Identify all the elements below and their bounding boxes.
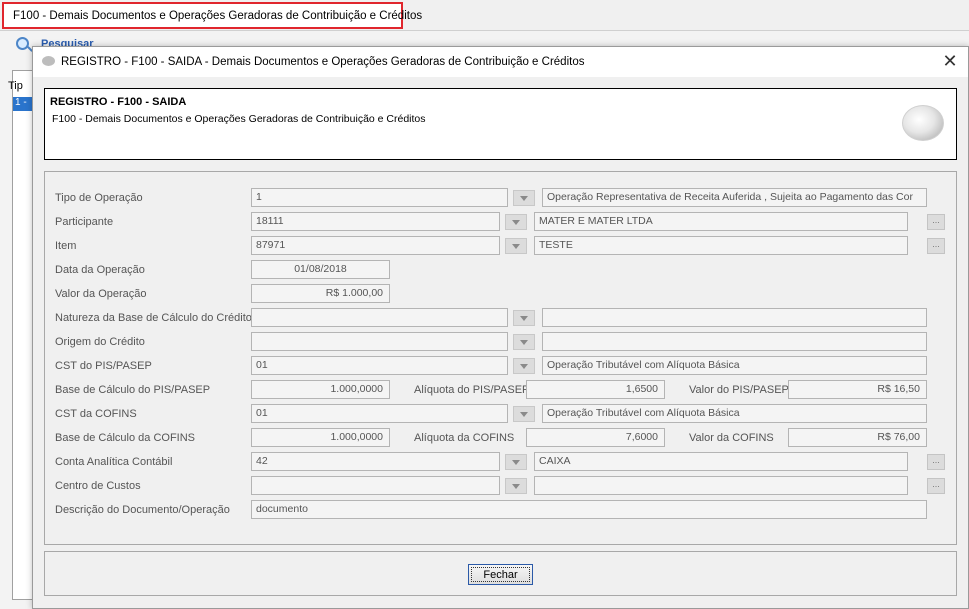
aliquota-pis-field[interactable]: 1,6500 — [526, 380, 665, 399]
cst-cofins-code[interactable]: 01 — [251, 404, 508, 423]
centro-custos-code[interactable] — [251, 476, 500, 495]
conta-analitica-lookup-button[interactable]: ... — [927, 454, 945, 470]
base-pis-label: Base de Cálculo do PIS/PASEP — [55, 384, 211, 396]
centro-custos-desc — [534, 476, 908, 495]
record-header-subtitle: F100 - Demais Documentos e Operações Ger… — [52, 113, 426, 125]
data-operacao-label: Data da Operação — [55, 264, 145, 276]
origem-credito-desc — [542, 332, 927, 351]
cst-pis-label: CST do PIS/PASEP — [55, 360, 152, 372]
valor-pis-field[interactable]: R$ 16,50 — [788, 380, 927, 399]
cst-cofins-desc: Operação Tributável com Alíquota Básica — [542, 404, 927, 423]
conta-analitica-dropdown-icon[interactable] — [505, 454, 527, 470]
valor-cofins-field[interactable]: R$ 76,00 — [788, 428, 927, 447]
natureza-base-label: Natureza da Base de Cálculo do Crédito — [55, 312, 252, 324]
cst-pis-dropdown-icon[interactable] — [513, 358, 535, 374]
participante-desc: MATER E MATER LTDA — [534, 212, 908, 231]
app-icon — [42, 56, 55, 66]
centro-custos-label: Centro de Custos — [55, 480, 141, 492]
dialog-title: REGISTRO - F100 - SAIDA - Demais Documen… — [61, 56, 585, 68]
item-dropdown-icon[interactable] — [505, 238, 527, 254]
item-desc: TESTE — [534, 236, 908, 255]
data-operacao-field[interactable]: 01/08/2018 — [251, 260, 390, 279]
origem-credito-code[interactable] — [251, 332, 508, 351]
cst-cofins-dropdown-icon[interactable] — [513, 406, 535, 422]
record-form: Tipo de Operação 1 Operação Representati… — [44, 171, 957, 545]
participante-label: Participante — [55, 216, 114, 228]
item-label: Item — [55, 240, 77, 252]
origem-credito-dropdown-icon[interactable] — [513, 334, 535, 350]
registro-dialog: REGISTRO - F100 - SAIDA - Demais Documen… — [32, 46, 969, 609]
dialog-footer: Fechar — [44, 551, 957, 596]
valor-operacao-field[interactable]: R$ 1.000,00 — [251, 284, 390, 303]
natureza-base-code[interactable] — [251, 308, 508, 327]
cst-pis-desc: Operação Tributável com Alíquota Básica — [542, 356, 927, 375]
tipo-operacao-desc: Operação Representativa de Receita Aufer… — [542, 188, 927, 207]
conta-analitica-desc: CAIXA — [534, 452, 908, 471]
aliquota-pis-label: Alíquota do PIS/PASEP — [414, 384, 530, 396]
fechar-button[interactable]: Fechar — [468, 564, 533, 585]
document-tab[interactable]: F100 - Demais Documentos e Operações Ger… — [2, 2, 422, 29]
conta-analitica-label: Conta Analítica Contábil — [55, 456, 173, 468]
participante-dropdown-icon[interactable] — [505, 214, 527, 230]
tipo-operacao-dropdown-icon[interactable] — [513, 190, 535, 206]
base-pis-field[interactable]: 1.000,0000 — [251, 380, 390, 399]
participante-code[interactable]: 18111 — [251, 212, 500, 231]
cst-pis-code[interactable]: 01 — [251, 356, 508, 375]
valor-cofins-label: Valor da COFINS — [689, 432, 774, 444]
natureza-base-desc — [542, 308, 927, 327]
close-icon[interactable]: ✕ — [938, 52, 962, 72]
base-cofins-label: Base de Cálculo da COFINS — [55, 432, 196, 444]
tipo-operacao-label: Tipo de Operação — [55, 192, 143, 204]
origem-credito-label: Origem do Crédito — [55, 336, 145, 348]
natureza-base-dropdown-icon[interactable] — [513, 310, 535, 326]
item-code[interactable]: 87971 — [251, 236, 500, 255]
cst-cofins-label: CST da COFINS — [55, 408, 137, 420]
dialog-titlebar: REGISTRO - F100 - SAIDA - Demais Documen… — [33, 47, 968, 77]
aliquota-cofins-label: Alíquota da COFINS — [414, 432, 515, 444]
centro-custos-dropdown-icon[interactable] — [505, 478, 527, 494]
record-header: REGISTRO - F100 - SAIDA F100 - Demais Do… — [44, 88, 957, 160]
conta-analitica-code[interactable]: 42 — [251, 452, 500, 471]
record-header-title: REGISTRO - F100 - SAIDA — [50, 96, 187, 108]
valor-operacao-label: Valor da Operação — [55, 288, 147, 300]
records-column-header: Tip — [8, 80, 23, 92]
sped-logo-icon — [902, 105, 944, 141]
tipo-operacao-code[interactable]: 1 — [251, 188, 508, 207]
aliquota-cofins-field[interactable]: 7,6000 — [526, 428, 665, 447]
item-lookup-button[interactable]: ... — [927, 238, 945, 254]
base-cofins-field[interactable]: 1.000,0000 — [251, 428, 390, 447]
participante-lookup-button[interactable]: ... — [927, 214, 945, 230]
centro-custos-lookup-button[interactable]: ... — [927, 478, 945, 494]
valor-pis-label: Valor do PIS/PASEP — [689, 384, 789, 396]
descricao-field[interactable]: documento — [251, 500, 927, 519]
descricao-label: Descrição do Documento/Operação — [55, 504, 230, 516]
